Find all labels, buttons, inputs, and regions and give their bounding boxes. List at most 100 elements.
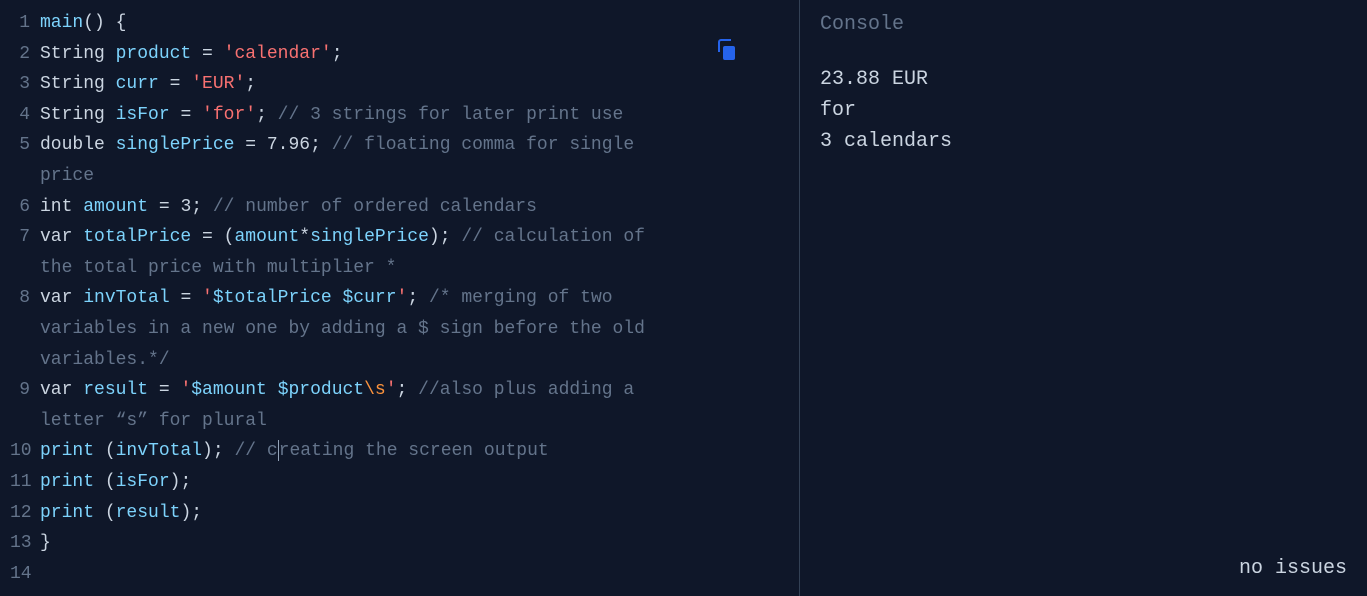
token-func: print	[40, 472, 105, 492]
token-type: String	[40, 44, 116, 64]
code-line[interactable]: 7var totalPrice = (amount*singlePrice); …	[0, 222, 799, 253]
line-number: 5	[10, 130, 40, 161]
code-line[interactable]: 1main() {	[0, 8, 799, 39]
token-punc: ;	[407, 288, 429, 308]
token-comment: // 3 strings for later print use	[278, 105, 624, 125]
code-editor-pane[interactable]: 1main() {2String product = 'calendar';3S…	[0, 0, 800, 596]
code-content[interactable]: print (result);	[40, 498, 799, 529]
code-line[interactable]: 4String isFor = 'for'; // 3 strings for …	[0, 100, 799, 131]
token-punc: (	[105, 503, 116, 523]
token-op: =	[191, 44, 223, 64]
code-content[interactable]: variables in a new one by adding a $ sig…	[40, 314, 799, 345]
code-content[interactable]: price	[40, 161, 799, 192]
console-pane: Console 23.88 EURfor3 calendars no issue…	[800, 0, 1367, 596]
console-output-line: 23.88 EUR	[820, 64, 1347, 95]
code-content[interactable]: variables.*/	[40, 345, 799, 376]
token-str: '	[202, 288, 213, 308]
token-op: = (	[191, 227, 234, 247]
line-number: 1	[10, 8, 40, 39]
token-punc: ;	[245, 74, 256, 94]
code-line[interactable]: 12print (result);	[0, 498, 799, 529]
code-content[interactable]: double singlePrice = 7.96; // floating c…	[40, 130, 799, 161]
code-content[interactable]: main() {	[40, 8, 799, 39]
token-punc: );	[202, 441, 234, 461]
line-number: 10	[10, 436, 40, 467]
token-punc: ;	[332, 44, 343, 64]
code-content[interactable]: var totalPrice = (amount*singlePrice); /…	[40, 222, 799, 253]
code-line[interactable]: 9var result = '$amount $product\s'; //al…	[0, 375, 799, 406]
token-num: 3	[180, 197, 191, 217]
token-comment: // calculation of	[461, 227, 645, 247]
code-line[interactable]: 3String curr = 'EUR';	[0, 69, 799, 100]
line-number: 4	[10, 100, 40, 131]
console-title: Console	[820, 8, 1347, 42]
code-content[interactable]: int amount = 3; // number of ordered cal…	[40, 192, 799, 223]
token-str: '	[397, 288, 408, 308]
code-line[interactable]: 5double singlePrice = 7.96; // floating …	[0, 130, 799, 161]
code-line[interactable]: variables.*/	[0, 345, 799, 376]
code-line[interactable]: price	[0, 161, 799, 192]
code-content[interactable]: letter “s” for plural	[40, 406, 799, 437]
code-line[interactable]: variables in a new one by adding a $ sig…	[0, 314, 799, 345]
token-punc: }	[40, 533, 51, 553]
token-type: String	[40, 105, 116, 125]
line-number: 13	[10, 528, 40, 559]
code-content[interactable]: the total price with multiplier *	[40, 253, 799, 284]
code-content[interactable]: var result = '$amount $product\s'; //als…	[40, 375, 799, 406]
token-comment: // number of ordered calendars	[213, 197, 537, 217]
code-content[interactable]: print (isFor);	[40, 467, 799, 498]
token-str: 'for'	[202, 105, 256, 125]
token-comment: // floating comma for single	[332, 135, 634, 155]
code-line[interactable]: 10print (invTotal); // creating the scre…	[0, 436, 799, 467]
token-op: =	[148, 380, 180, 400]
code-line[interactable]: 14	[0, 559, 799, 590]
token-punc: ;	[310, 135, 332, 155]
code-line[interactable]: 13}	[0, 528, 799, 559]
code-line[interactable]: 11print (isFor);	[0, 467, 799, 498]
copy-button[interactable]	[715, 38, 739, 62]
token-num: 7.96	[267, 135, 310, 155]
code-line[interactable]: the total price with multiplier *	[0, 253, 799, 284]
token-func: print	[40, 503, 105, 523]
token-str: 'calendar'	[224, 44, 332, 64]
code-content[interactable]: print (invTotal); // creating the screen…	[40, 436, 799, 467]
code-content[interactable]: String isFor = 'for'; // 3 strings for l…	[40, 100, 799, 131]
token-str	[267, 380, 278, 400]
token-ident: invTotal	[116, 441, 202, 461]
console-output-line: for	[820, 95, 1347, 126]
token-punc: );	[170, 472, 192, 492]
token-punc: ;	[397, 380, 419, 400]
token-punc: ;	[256, 105, 278, 125]
code-line[interactable]: 8var invTotal = '$totalPrice $curr'; /* …	[0, 283, 799, 314]
token-keyword: var	[40, 380, 83, 400]
token-keyword: var	[40, 227, 83, 247]
code-line[interactable]: 6int amount = 3; // number of ordered ca…	[0, 192, 799, 223]
token-type: int	[40, 197, 83, 217]
token-esc: \s	[364, 380, 386, 400]
line-number: 14	[10, 559, 40, 590]
token-op: =	[148, 197, 180, 217]
token-str: 'EUR'	[191, 74, 245, 94]
line-number: 9	[10, 375, 40, 406]
code-line[interactable]: letter “s” for plural	[0, 406, 799, 437]
token-punc: ;	[191, 197, 213, 217]
code-content[interactable]: String product = 'calendar';	[40, 39, 799, 70]
token-str: '	[180, 380, 191, 400]
line-number: 7	[10, 222, 40, 253]
code-line[interactable]: 2String product = 'calendar';	[0, 39, 799, 70]
code-content[interactable]: var invTotal = '$totalPrice $curr'; /* m…	[40, 283, 799, 314]
token-comment: variables.*/	[40, 350, 170, 370]
token-op: =	[170, 288, 202, 308]
code-content[interactable]: String curr = 'EUR';	[40, 69, 799, 100]
token-var: $product	[278, 380, 364, 400]
token-op: =	[234, 135, 266, 155]
code-content[interactable]: }	[40, 528, 799, 559]
token-punc: );	[180, 503, 202, 523]
line-number: 3	[10, 69, 40, 100]
token-type: double	[40, 135, 116, 155]
token-ident: isFor	[116, 472, 170, 492]
status-text: no issues	[1239, 552, 1347, 586]
token-comment: variables in a new one by adding a $ sig…	[40, 319, 645, 339]
line-number: 12	[10, 498, 40, 529]
token-ident: isFor	[116, 105, 170, 125]
